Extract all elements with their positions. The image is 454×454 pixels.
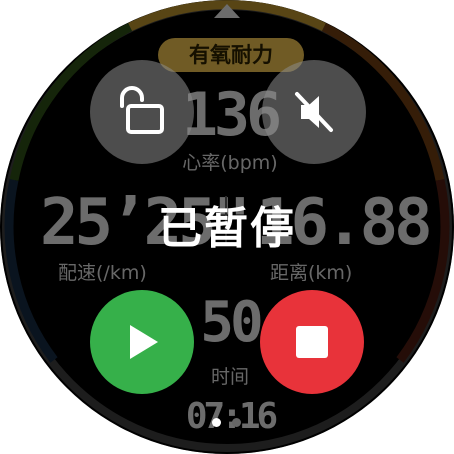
unlock-button[interactable] [90, 60, 194, 164]
page-indicator [206, 418, 250, 430]
mute-button[interactable] [262, 60, 366, 164]
mute-icon [295, 92, 333, 132]
resume-button[interactable] [90, 290, 194, 394]
page-dot-active [212, 418, 221, 427]
play-icon [130, 325, 158, 359]
watch-face: 有氧耐力 136 心率(bpm) 25’25" 配速(/km) 16.88 距离… [0, 0, 454, 454]
paused-status-text: 已暂停 [158, 203, 296, 254]
stop-icon [296, 326, 328, 358]
watch-screen: 有氧耐力 136 心率(bpm) 25’25" 配速(/km) 16.88 距离… [0, 0, 454, 454]
page-dot [232, 418, 241, 427]
stop-button[interactable] [260, 290, 364, 394]
unlock-icon [120, 86, 164, 134]
